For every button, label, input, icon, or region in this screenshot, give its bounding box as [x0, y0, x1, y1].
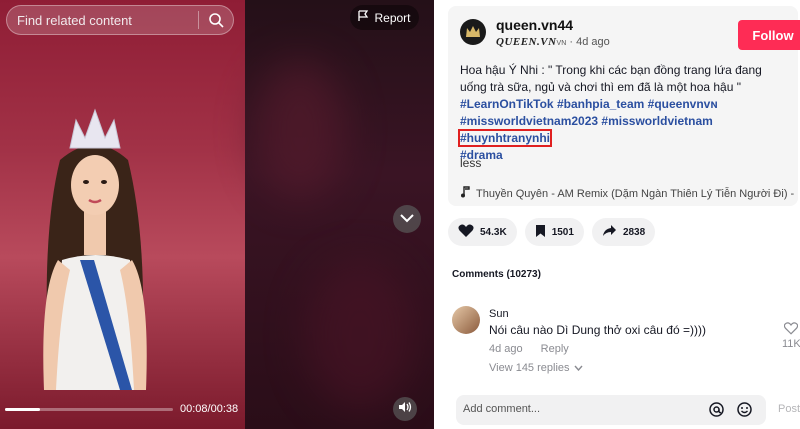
author-meta: QUEEN.VNVN · 4d ago [496, 36, 610, 48]
description-text: Hoa hậu Ý Nhi : " Trong khi các bạn đồng… [460, 63, 762, 94]
like-count: 54.3K [480, 226, 507, 238]
comments-heading: Comments (10273) [452, 269, 541, 280]
next-video-button[interactable] [393, 205, 421, 233]
volume-icon [398, 400, 412, 418]
post-age: 4d ago [576, 36, 610, 48]
video-player[interactable]: Find related content Report 00:08/00:38 [0, 0, 434, 429]
app-root: Find related content Report 00:08/00:38 … [0, 0, 800, 429]
chevron-down-icon [400, 210, 414, 228]
author-username[interactable]: queen.vn44 [496, 17, 573, 33]
comment-input[interactable]: Add comment... [456, 395, 766, 425]
video-progress-bar[interactable] [5, 408, 173, 411]
hashtag-link-highlighted[interactable]: #huynhtranynhi [457, 129, 553, 147]
follow-button[interactable]: Follow [738, 20, 800, 50]
share-arrow-icon [602, 224, 617, 240]
volume-button[interactable] [393, 397, 417, 421]
reply-button[interactable]: Reply [541, 343, 569, 355]
emoji-icon[interactable] [736, 401, 753, 423]
like-button[interactable]: 54.3K [448, 218, 517, 246]
comment-age: 4d ago [489, 343, 523, 355]
comment-text: Nói câu nào Dì Dung thở oxi câu đó =)))) [489, 323, 706, 337]
favorite-button[interactable]: 1501 [524, 218, 584, 246]
author-nickname: QUEEN.VN [496, 36, 557, 48]
blur-shape [255, 60, 345, 200]
flag-icon [358, 10, 369, 25]
report-button[interactable]: Report [350, 5, 419, 30]
action-bar: 54.3K 1501 2838 [448, 218, 656, 246]
view-replies-label: View 145 replies [489, 362, 570, 374]
mention-icon[interactable] [708, 401, 725, 423]
view-replies-button[interactable]: View 145 replies [489, 362, 583, 374]
chevron-down-icon [573, 362, 583, 374]
music-note-icon [460, 186, 470, 201]
heart-outline-icon [784, 322, 799, 338]
search-input[interactable]: Find related content [6, 5, 234, 35]
favorite-count: 1501 [551, 226, 574, 238]
author-avatar[interactable] [460, 19, 486, 45]
comment-input-placeholder: Add comment... [463, 403, 541, 415]
comment-author[interactable]: Sun [489, 308, 509, 320]
hashtag-link[interactable]: #missworldvietnam [601, 114, 712, 128]
hashtag-link[interactable]: #missworldvietnam2023 [460, 114, 598, 128]
search-icon[interactable] [199, 12, 233, 28]
author-nickname-suffix: VN [556, 40, 567, 47]
share-count: 2838 [622, 226, 646, 238]
comment-meta: 4d ago Reply [489, 343, 569, 355]
music-link[interactable]: Thuyền Quyên - AM Remix (Dặm Ngàn Thiên … [460, 186, 794, 201]
music-title: Thuyền Quyên - AM Remix (Dặm Ngàn Thiên … [476, 187, 795, 200]
less-toggle[interactable]: less [460, 156, 481, 170]
hashtag-link[interactable]: #banhpia_team [557, 97, 644, 111]
comment-like-count: 11K [782, 338, 800, 350]
report-label: Report [374, 10, 411, 25]
hashtag-link[interactable]: #LearnOnTikTok [460, 97, 554, 111]
search-placeholder: Find related content [17, 12, 132, 28]
heart-icon [458, 224, 474, 241]
video-progress-fill [5, 408, 41, 411]
video-frame[interactable] [0, 0, 245, 429]
video-subject-image [43, 108, 147, 390]
video-time: 00:08/00:38 [180, 403, 239, 415]
post-description: Hoa hậu Ý Nhi : " Trong khi các bạn đồng… [457, 62, 790, 164]
comment-like-button[interactable]: 11K [782, 322, 800, 350]
hashtag-link[interactable]: #queenvnᴠɴ [648, 97, 718, 111]
details-panel: queen.vn44 QUEEN.VNVN · 4d ago Follow Ho… [434, 0, 800, 429]
share-button[interactable]: 2838 [591, 218, 656, 246]
bookmark-icon [535, 224, 546, 241]
post-info-card: queen.vn44 QUEEN.VNVN · 4d ago Follow Ho… [448, 6, 800, 206]
post-comment-button[interactable]: Post [778, 403, 800, 415]
comment-avatar[interactable] [452, 306, 480, 334]
blur-shape [305, 260, 415, 410]
